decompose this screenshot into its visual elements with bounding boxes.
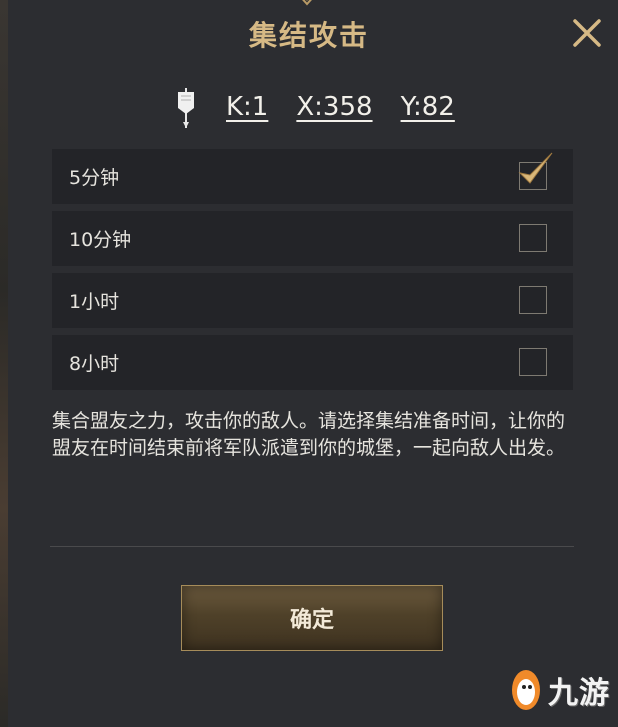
option-10-minutes[interactable]: 10分钟 — [52, 211, 573, 266]
close-icon[interactable] — [568, 14, 606, 52]
checkbox-checked[interactable] — [518, 152, 553, 190]
banner-flag-icon — [178, 88, 194, 128]
kingdom-value: K:1 — [226, 92, 269, 122]
x-coordinate: X:358 — [296, 92, 373, 122]
checkmark-icon — [518, 152, 553, 184]
dialog-title: 集结攻击 — [248, 19, 369, 52]
watermark-text: 九游 — [548, 676, 610, 711]
option-label: 10分钟 — [69, 229, 132, 251]
option-1-hour[interactable]: 1小时 — [52, 273, 573, 328]
coordinates-link[interactable]: K:1 X:358 Y:82 — [226, 92, 455, 122]
rally-description: 集合盟友之力，攻击你的敌人。请选择集结准备时间，让你的盟友在时间结束前将军队派遣… — [52, 410, 566, 459]
option-8-hours[interactable]: 8小时 — [52, 335, 573, 390]
option-5-minutes[interactable]: 5分钟 — [52, 149, 573, 204]
confirm-button[interactable]: 确定 — [181, 585, 443, 651]
divider — [50, 546, 574, 547]
option-label: 5分钟 — [69, 167, 120, 189]
confirm-button-label: 确定 — [289, 607, 334, 633]
option-label: 1小时 — [69, 291, 120, 313]
option-label: 8小时 — [69, 353, 120, 375]
coordinates-row: K:1 X:358 Y:82 — [0, 88, 618, 128]
y-coordinate: Y:82 — [400, 92, 455, 122]
title-ornament-icon — [302, 0, 312, 6]
rally-time-options: 5分钟 10分钟 1小时 8小时 — [52, 149, 573, 397]
checkbox-unchecked[interactable] — [519, 224, 547, 252]
checkbox-unchecked[interactable] — [519, 348, 547, 376]
checkbox-unchecked[interactable] — [519, 286, 547, 314]
